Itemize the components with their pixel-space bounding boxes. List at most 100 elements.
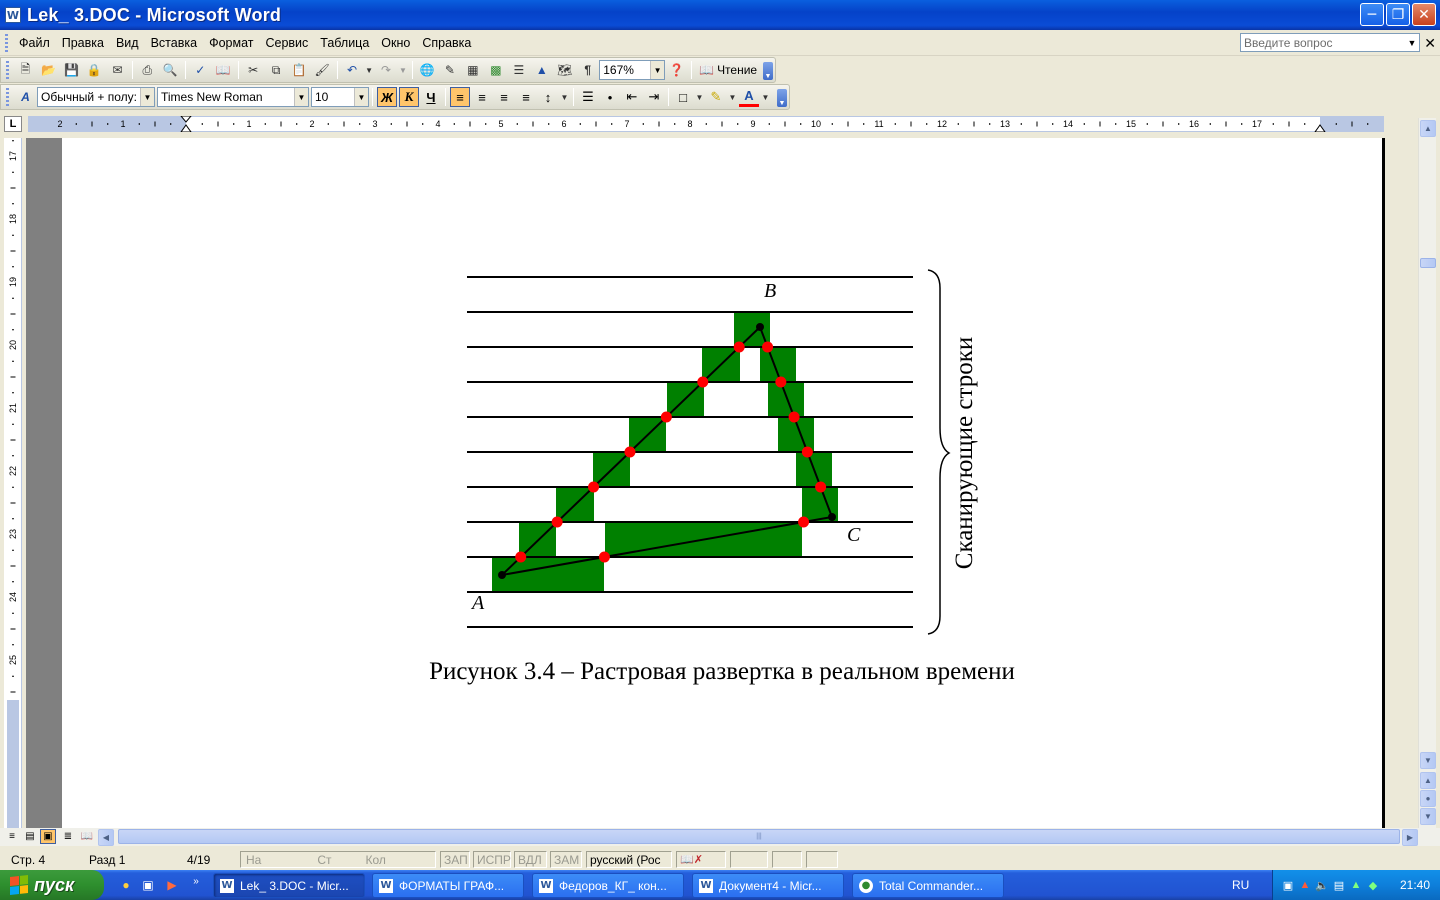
drawing-icon[interactable]: ▲ [532, 60, 552, 80]
scroll-left-arrow-icon[interactable]: ◀ [98, 829, 114, 846]
vertical-ruler[interactable]: 1718192021222324252627 [4, 108, 22, 828]
zoom-dropdown-arrow-icon[interactable]: ▼ [650, 61, 665, 79]
numbering-icon[interactable]: ☰ [578, 87, 598, 107]
menu-help[interactable]: Справка [416, 34, 477, 52]
menu-file[interactable]: Файл [13, 34, 56, 52]
next-page-icon[interactable]: ▼ [1420, 808, 1436, 825]
align-right-icon[interactable]: ≡ [494, 87, 514, 107]
toolbar-grip[interactable] [6, 88, 9, 106]
quicklaunch-browser-icon[interactable]: ● [118, 877, 134, 893]
menu-window[interactable]: Окно [375, 34, 416, 52]
print-preview-icon[interactable]: 🔍 [160, 60, 180, 80]
menu-table[interactable]: Таблица [314, 34, 375, 52]
email-icon[interactable]: ✉ [107, 60, 127, 80]
vertical-scroll-thumb[interactable] [1420, 258, 1436, 268]
tray-volume-icon[interactable]: 🔈 [1315, 878, 1329, 892]
font-size-dropdown-arrow-icon[interactable]: ▼ [354, 88, 368, 106]
align-center-icon[interactable]: ≡ [472, 87, 492, 107]
zoom-combo[interactable]: 167% ▼ [599, 60, 666, 80]
spelling-icon[interactable]: ✓ [190, 60, 210, 80]
status-extend-selection[interactable]: ВДЛ [514, 851, 547, 868]
status-page[interactable]: Стр. 4 [8, 851, 45, 868]
hyperlink-icon[interactable]: 🌐 [417, 60, 437, 80]
title-bar[interactable]: W Lek_ 3.DOC - Microsoft Word ─ ❐ ✕ [0, 0, 1440, 30]
cut-icon[interactable]: ✂ [243, 60, 263, 80]
tables-borders-icon[interactable]: ✎ [440, 60, 460, 80]
line-spacing-dropdown-icon[interactable]: ▼ [561, 87, 569, 107]
maximize-button[interactable]: ❐ [1386, 3, 1410, 26]
print-layout-view-icon[interactable]: ▣ [40, 829, 56, 844]
undo-icon[interactable]: ↶ [342, 60, 362, 80]
reading-mode-button[interactable]: 📖 Чтение [695, 63, 761, 77]
bullets-icon[interactable]: • [600, 87, 620, 107]
scroll-right-arrow-icon[interactable]: ▶ [1402, 829, 1418, 846]
help-icon[interactable]: ❓ [667, 60, 687, 80]
line-spacing-icon[interactable]: ↕ [538, 87, 558, 107]
paste-icon[interactable]: 📋 [289, 60, 309, 80]
task-word-lek3[interactable]: W Lek_ 3.DOC - Micr... [213, 873, 365, 898]
outline-view-icon[interactable]: ≣ [60, 829, 76, 844]
new-document-icon[interactable]: 🗎 [16, 60, 36, 80]
quicklaunch-desktop-icon[interactable]: ▣ [140, 877, 156, 893]
status-page-count[interactable]: 4/19 [184, 851, 210, 868]
save-icon[interactable]: 💾 [61, 60, 81, 80]
highlight-icon[interactable]: ✎ [706, 87, 726, 107]
status-track-changes[interactable]: ИСПР [473, 851, 511, 868]
close-button[interactable]: ✕ [1412, 3, 1436, 26]
status-overtype[interactable]: ЗАМ [550, 851, 582, 868]
tray-antivirus-icon[interactable]: ▲ [1298, 878, 1312, 892]
previous-page-icon[interactable]: ▲ [1420, 772, 1436, 789]
toolbar-options-chevron-icon[interactable]: ▼ [763, 62, 773, 80]
tray-clock[interactable]: 21:40 [1400, 878, 1430, 892]
menu-insert[interactable]: Вставка [145, 34, 203, 52]
italic-button[interactable]: К [399, 87, 419, 107]
font-size-combo[interactable]: 10 ▼ [311, 87, 369, 107]
task-document4[interactable]: W Документ4 - Micr... [692, 873, 844, 898]
tab-selector[interactable]: L [4, 116, 22, 132]
border-dropdown-icon[interactable]: ▼ [696, 87, 704, 107]
task-fedorov[interactable]: W Федоров_КГ_ кон... [532, 873, 684, 898]
ask-question-input[interactable]: Введите вопрос ▼ [1240, 33, 1420, 52]
style-dropdown-arrow-icon[interactable]: ▼ [140, 88, 154, 106]
font-dropdown-arrow-icon[interactable]: ▼ [294, 88, 308, 106]
undo-dropdown-icon[interactable]: ▼ [365, 60, 373, 80]
start-button[interactable]: пуск [0, 870, 104, 900]
ask-dropdown-arrow-icon[interactable]: ▼ [1405, 34, 1419, 51]
status-record-macro[interactable]: ЗАП [440, 851, 470, 868]
toolbar-grip[interactable] [6, 61, 9, 79]
highlight-dropdown-icon[interactable]: ▼ [729, 87, 737, 107]
tray-update-icon[interactable]: ◆ [1366, 878, 1380, 892]
tray-network-icon[interactable]: ▤ [1332, 878, 1346, 892]
format-painter-icon[interactable]: 🖌 [312, 60, 332, 80]
quicklaunch-more-icon[interactable]: » [188, 873, 204, 889]
minimize-button[interactable]: ─ [1360, 3, 1384, 26]
reading-layout-view-icon[interactable]: 📖 [79, 829, 95, 844]
toolbar-options-chevron-icon[interactable]: ▼ [777, 89, 787, 107]
document-close-icon[interactable]: ✕ [1424, 35, 1436, 52]
redo-icon[interactable]: ↷ [376, 60, 396, 80]
menu-format[interactable]: Формат [203, 34, 259, 52]
menu-tools[interactable]: Сервис [259, 34, 314, 52]
select-browse-object-icon[interactable]: ● [1420, 790, 1436, 807]
style-combo[interactable]: Обычный + полу: ▼ [37, 87, 155, 107]
permission-icon[interactable]: 🔒 [84, 60, 104, 80]
open-folder-icon[interactable]: 📂 [38, 60, 58, 80]
status-language[interactable]: русский (Рос [586, 851, 672, 868]
web-layout-view-icon[interactable]: ▤ [22, 829, 38, 844]
border-icon[interactable]: □ [673, 87, 693, 107]
input-language-indicator[interactable]: RU [1232, 878, 1249, 892]
scroll-down-arrow-icon[interactable]: ▼ [1420, 752, 1436, 769]
menu-view[interactable]: Вид [110, 34, 145, 52]
align-left-icon[interactable]: ≡ [450, 87, 470, 107]
research-icon[interactable]: 📖 [213, 60, 233, 80]
decrease-indent-icon[interactable]: ⇤ [622, 87, 642, 107]
insert-excel-icon[interactable]: ▩ [486, 60, 506, 80]
horizontal-scrollbar[interactable]: ≡ ▤ ▣ ≣ 📖 ◀ ||| ▶ [0, 828, 1440, 846]
document-page[interactable]: B A C Сканирующие строки Рисунок 3.4 – Р… [62, 138, 1385, 828]
copy-icon[interactable]: ⧉ [266, 60, 286, 80]
font-combo[interactable]: Times New Roman ▼ [157, 87, 309, 107]
show-formatting-icon[interactable]: ¶ [578, 60, 598, 80]
tray-app-icon[interactable]: ▣ [1281, 878, 1295, 892]
justify-icon[interactable]: ≡ [516, 87, 536, 107]
print-icon[interactable]: ⎙ [137, 60, 157, 80]
